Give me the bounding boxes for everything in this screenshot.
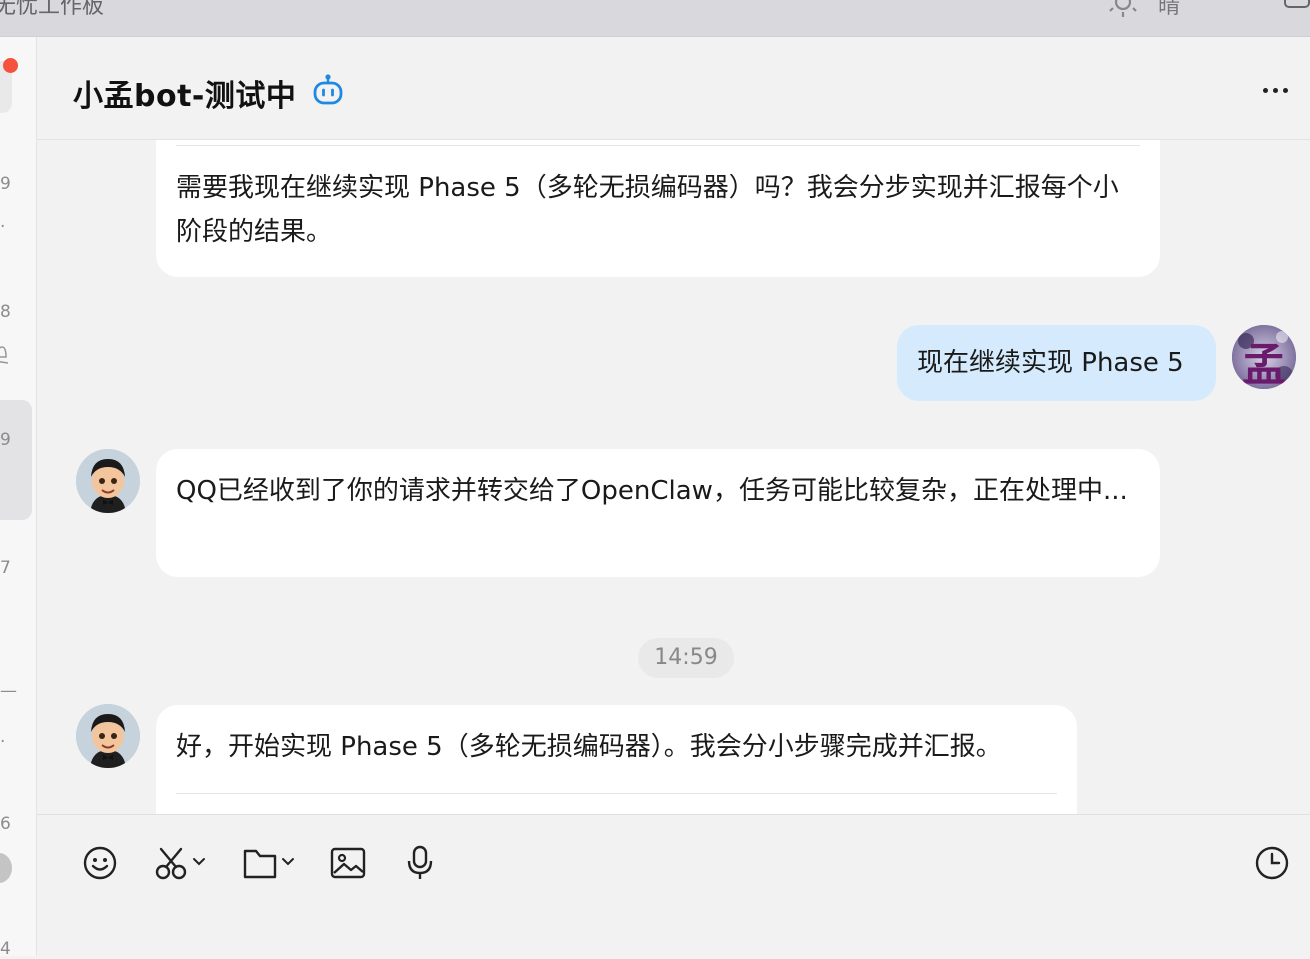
list-item-fragment: ·	[0, 732, 6, 752]
scissors-icon	[155, 847, 205, 880]
window-top-bar: 无忧工作板 晴	[0, 0, 1310, 37]
weather-text: 晴	[1158, 0, 1181, 19]
message-list[interactable]: 需要我现在继续实现 Phase 5（多轮无损编码器）吗？我会分步实现并汇报每个小…	[37, 140, 1310, 814]
user-message-bubble[interactable]: 现在继续实现 Phase 5	[897, 325, 1216, 401]
message-text: QQ已经收到了你的请求并转交给了OpenClaw，任务可能比较复杂，正在处理中.…	[176, 476, 1128, 506]
screenshot-button[interactable]	[155, 845, 209, 881]
message-divider	[176, 793, 1057, 794]
more-options-icon[interactable]	[1263, 80, 1299, 100]
window-icon[interactable]	[1284, 0, 1310, 8]
message-text: 现在继续实现 Phase 5	[917, 348, 1184, 378]
list-item-fragment: ·	[0, 217, 6, 237]
avatar-initial: 孟	[1242, 340, 1286, 389]
bot-avatar[interactable]	[76, 704, 140, 768]
message-composer[interactable]	[37, 814, 1310, 957]
list-item-fragment: 9	[0, 430, 11, 450]
bot-message-bubble[interactable]: 好，开始实现 Phase 5（多轮无损编码器）。我会分小步骤完成并汇报。	[156, 705, 1077, 814]
chat-title: 小孟bot-测试中	[73, 79, 297, 114]
mute-bell-icon	[0, 346, 9, 364]
bot-message-bubble[interactable]: 需要我现在继续实现 Phase 5（多轮无损编码器）吗？我会分步实现并汇报每个小…	[156, 140, 1160, 277]
message-divider	[176, 145, 1140, 146]
list-item-fragment: —	[0, 681, 17, 701]
user-avatar[interactable]: 孟	[1232, 325, 1296, 389]
bot-avatar-image	[76, 704, 140, 768]
unread-dot	[3, 58, 18, 73]
message-text: 好，开始实现 Phase 5（多轮无损编码器）。我会分小步骤完成并汇报。	[176, 732, 1002, 762]
weather-sun-icon	[1109, 0, 1137, 17]
list-item-fragment: 4	[0, 939, 11, 959]
image-button[interactable]	[330, 845, 366, 881]
emoji-icon	[83, 846, 117, 880]
list-item-fragment: 8	[0, 302, 11, 322]
list-item-fragment: 9	[0, 174, 11, 194]
avatar[interactable]	[0, 853, 12, 883]
bot-message-bubble[interactable]: QQ已经收到了你的请求并转交给了OpenClaw，任务可能比较复杂，正在处理中.…	[156, 449, 1160, 577]
chevron-down-icon	[193, 858, 205, 866]
list-item-fragment: 6	[0, 814, 11, 834]
time-divider: 14:59	[638, 638, 734, 678]
robot-icon	[313, 74, 343, 105]
bot-avatar-image	[76, 449, 140, 513]
list-item-fragment: 7	[0, 558, 11, 578]
conversation-list: 9 · 8 9 7 — · 6 4	[0, 37, 37, 959]
emoji-button[interactable]	[82, 845, 118, 881]
conversation-item-selected[interactable]	[0, 400, 32, 520]
file-button[interactable]	[243, 845, 299, 881]
top-bar-text: 无忧工作板	[0, 0, 105, 19]
voice-button[interactable]	[405, 845, 435, 881]
image-icon	[330, 847, 366, 879]
history-button[interactable]	[1254, 845, 1290, 881]
chat-header: 小孟bot-测试中	[37, 37, 1310, 140]
folder-icon	[243, 849, 294, 879]
bot-avatar[interactable]	[76, 449, 140, 513]
clock-icon	[1255, 846, 1289, 880]
microphone-icon	[407, 845, 433, 879]
chevron-down-icon	[282, 858, 294, 866]
message-text: 需要我现在继续实现 Phase 5（多轮无损编码器）吗？我会分步实现并汇报每个小…	[176, 173, 1119, 247]
